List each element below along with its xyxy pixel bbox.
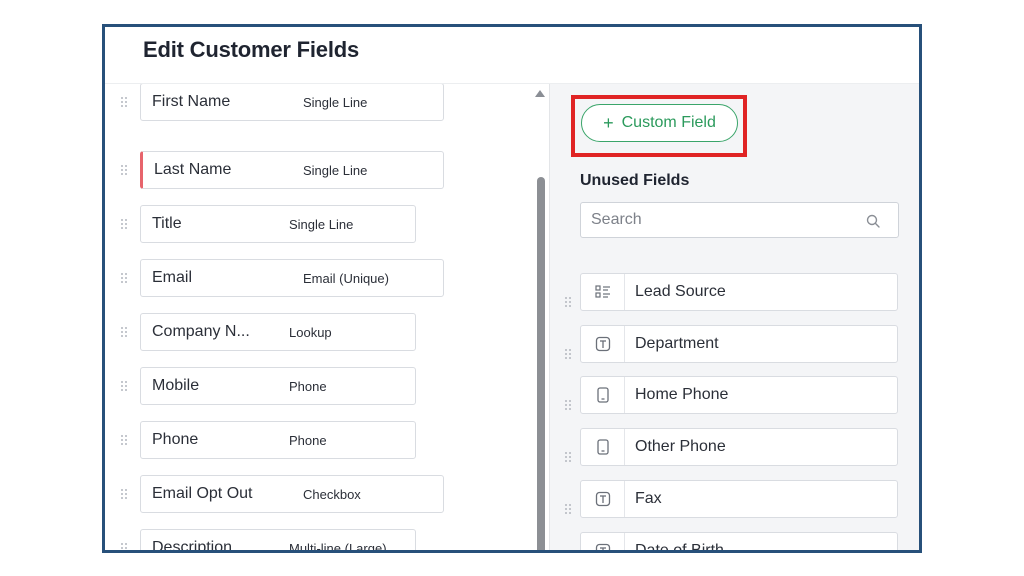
list-item[interactable]: Mobile Phone <box>105 367 533 407</box>
drag-handle-icon[interactable] <box>120 381 128 395</box>
drag-handle-icon[interactable] <box>120 273 128 287</box>
list-item[interactable]: Company N... Lookup <box>105 313 533 353</box>
field-name: Last Name <box>154 161 232 178</box>
scroll-up-arrow-icon[interactable] <box>535 90 545 97</box>
field-type: Single Line <box>303 163 368 178</box>
unused-field-item[interactable]: Date of Birth <box>550 532 919 553</box>
list-item[interactable]: Email Opt Out Checkbox <box>105 475 533 515</box>
list-item[interactable]: Phone Phone <box>105 421 533 461</box>
field-card[interactable]: Phone Phone <box>140 421 416 459</box>
unused-fields-heading: Unused Fields <box>580 172 690 189</box>
picklist-icon <box>581 274 625 310</box>
unused-field-item[interactable]: Home Phone <box>550 376 919 416</box>
field-name: Title <box>152 215 182 232</box>
drag-handle-icon[interactable] <box>120 543 128 550</box>
field-type: Lookup <box>289 325 332 340</box>
field-type: Email (Unique) <box>303 271 389 286</box>
header: Edit Customer Fields <box>105 27 919 84</box>
search-input[interactable] <box>591 209 851 231</box>
list-item[interactable]: Email Email (Unique) <box>105 259 533 299</box>
field-card[interactable]: Last Name Single Line <box>140 151 444 189</box>
unused-field-item[interactable]: Other Phone <box>550 428 919 468</box>
field-type: Phone <box>289 379 327 394</box>
edit-fields-window: Edit Customer Fields First Name Single L… <box>102 24 922 553</box>
custom-field-label: Custom Field <box>621 114 716 131</box>
field-card[interactable]: First Name Single Line <box>140 84 444 121</box>
field-name: Description <box>152 539 233 553</box>
field-card[interactable]: Email Opt Out Checkbox <box>140 475 444 513</box>
field-name: First Name <box>152 93 231 110</box>
field-type: Single Line <box>289 217 354 232</box>
add-custom-field-button[interactable]: + Custom Field <box>581 104 738 142</box>
unused-field-label: Fax <box>635 490 662 507</box>
field-type: Phone <box>289 433 327 448</box>
field-type: Single Line <box>303 95 368 110</box>
unused-field-item[interactable]: Fax <box>550 480 919 520</box>
drag-handle-icon[interactable] <box>120 219 128 233</box>
unused-fields-panel: + Custom Field Unused Fields Search Lead… <box>549 84 919 553</box>
list-item[interactable]: First Name Single Line <box>105 84 533 123</box>
unused-field-card[interactable]: Department <box>580 325 898 363</box>
drag-handle-icon[interactable] <box>564 400 572 414</box>
unused-field-item[interactable]: Lead Source <box>550 273 919 313</box>
unused-field-label: Date of Birth <box>635 542 724 553</box>
unused-field-label: Department <box>635 335 719 352</box>
phone-icon <box>581 377 625 413</box>
search-box[interactable] <box>580 202 899 238</box>
drag-handle-icon[interactable] <box>564 349 572 363</box>
unused-field-card[interactable]: Home Phone <box>580 376 898 414</box>
unused-field-item[interactable]: Department <box>550 325 919 365</box>
text-field-icon <box>581 533 625 550</box>
unused-field-label: Other Phone <box>635 438 726 455</box>
drag-handle-icon[interactable] <box>564 297 572 311</box>
list-item[interactable]: Title Single Line <box>105 205 533 245</box>
field-card[interactable]: Mobile Phone <box>140 367 416 405</box>
field-type: Multi-line (Large) <box>289 541 387 553</box>
plus-icon: + <box>603 113 614 133</box>
drag-handle-icon[interactable] <box>120 489 128 503</box>
scrollbar-thumb[interactable] <box>537 177 545 550</box>
list-item[interactable]: Description Multi-line (Large) <box>105 529 533 553</box>
unused-field-label: Home Phone <box>635 386 729 403</box>
drag-handle-icon[interactable] <box>120 97 128 111</box>
field-name: Phone <box>152 431 199 448</box>
drag-handle-icon[interactable] <box>120 327 128 341</box>
drag-handle-icon[interactable] <box>564 504 572 518</box>
page-title: Edit Customer Fields <box>143 37 360 62</box>
unused-field-card[interactable]: Lead Source <box>580 273 898 311</box>
drag-handle-icon[interactable] <box>120 165 128 179</box>
drag-handle-icon[interactable] <box>564 452 572 466</box>
list-item[interactable]: Last Name Single Line <box>105 151 533 191</box>
field-card[interactable]: Title Single Line <box>140 205 416 243</box>
field-card[interactable]: Company N... Lookup <box>140 313 416 351</box>
unused-field-card[interactable]: Fax <box>580 480 898 518</box>
field-name: Email Opt Out <box>152 485 253 502</box>
field-card[interactable]: Description Multi-line (Large) <box>140 529 416 553</box>
drag-handle-icon[interactable] <box>120 435 128 449</box>
text-field-icon <box>581 326 625 362</box>
phone-icon <box>581 429 625 465</box>
field-card[interactable]: Email Email (Unique) <box>140 259 444 297</box>
field-name: Company N... <box>152 323 250 340</box>
unused-field-label: Lead Source <box>635 283 726 300</box>
search-icon[interactable] <box>866 214 880 228</box>
field-name: Email <box>152 269 193 286</box>
unused-field-card[interactable]: Other Phone <box>580 428 898 466</box>
field-name: Mobile <box>152 377 200 394</box>
layout-fields-list: First Name Single Line Last Name Single … <box>105 84 533 553</box>
field-type: Checkbox <box>303 487 361 502</box>
text-field-icon <box>581 481 625 517</box>
unused-field-card[interactable]: Date of Birth <box>580 532 898 553</box>
